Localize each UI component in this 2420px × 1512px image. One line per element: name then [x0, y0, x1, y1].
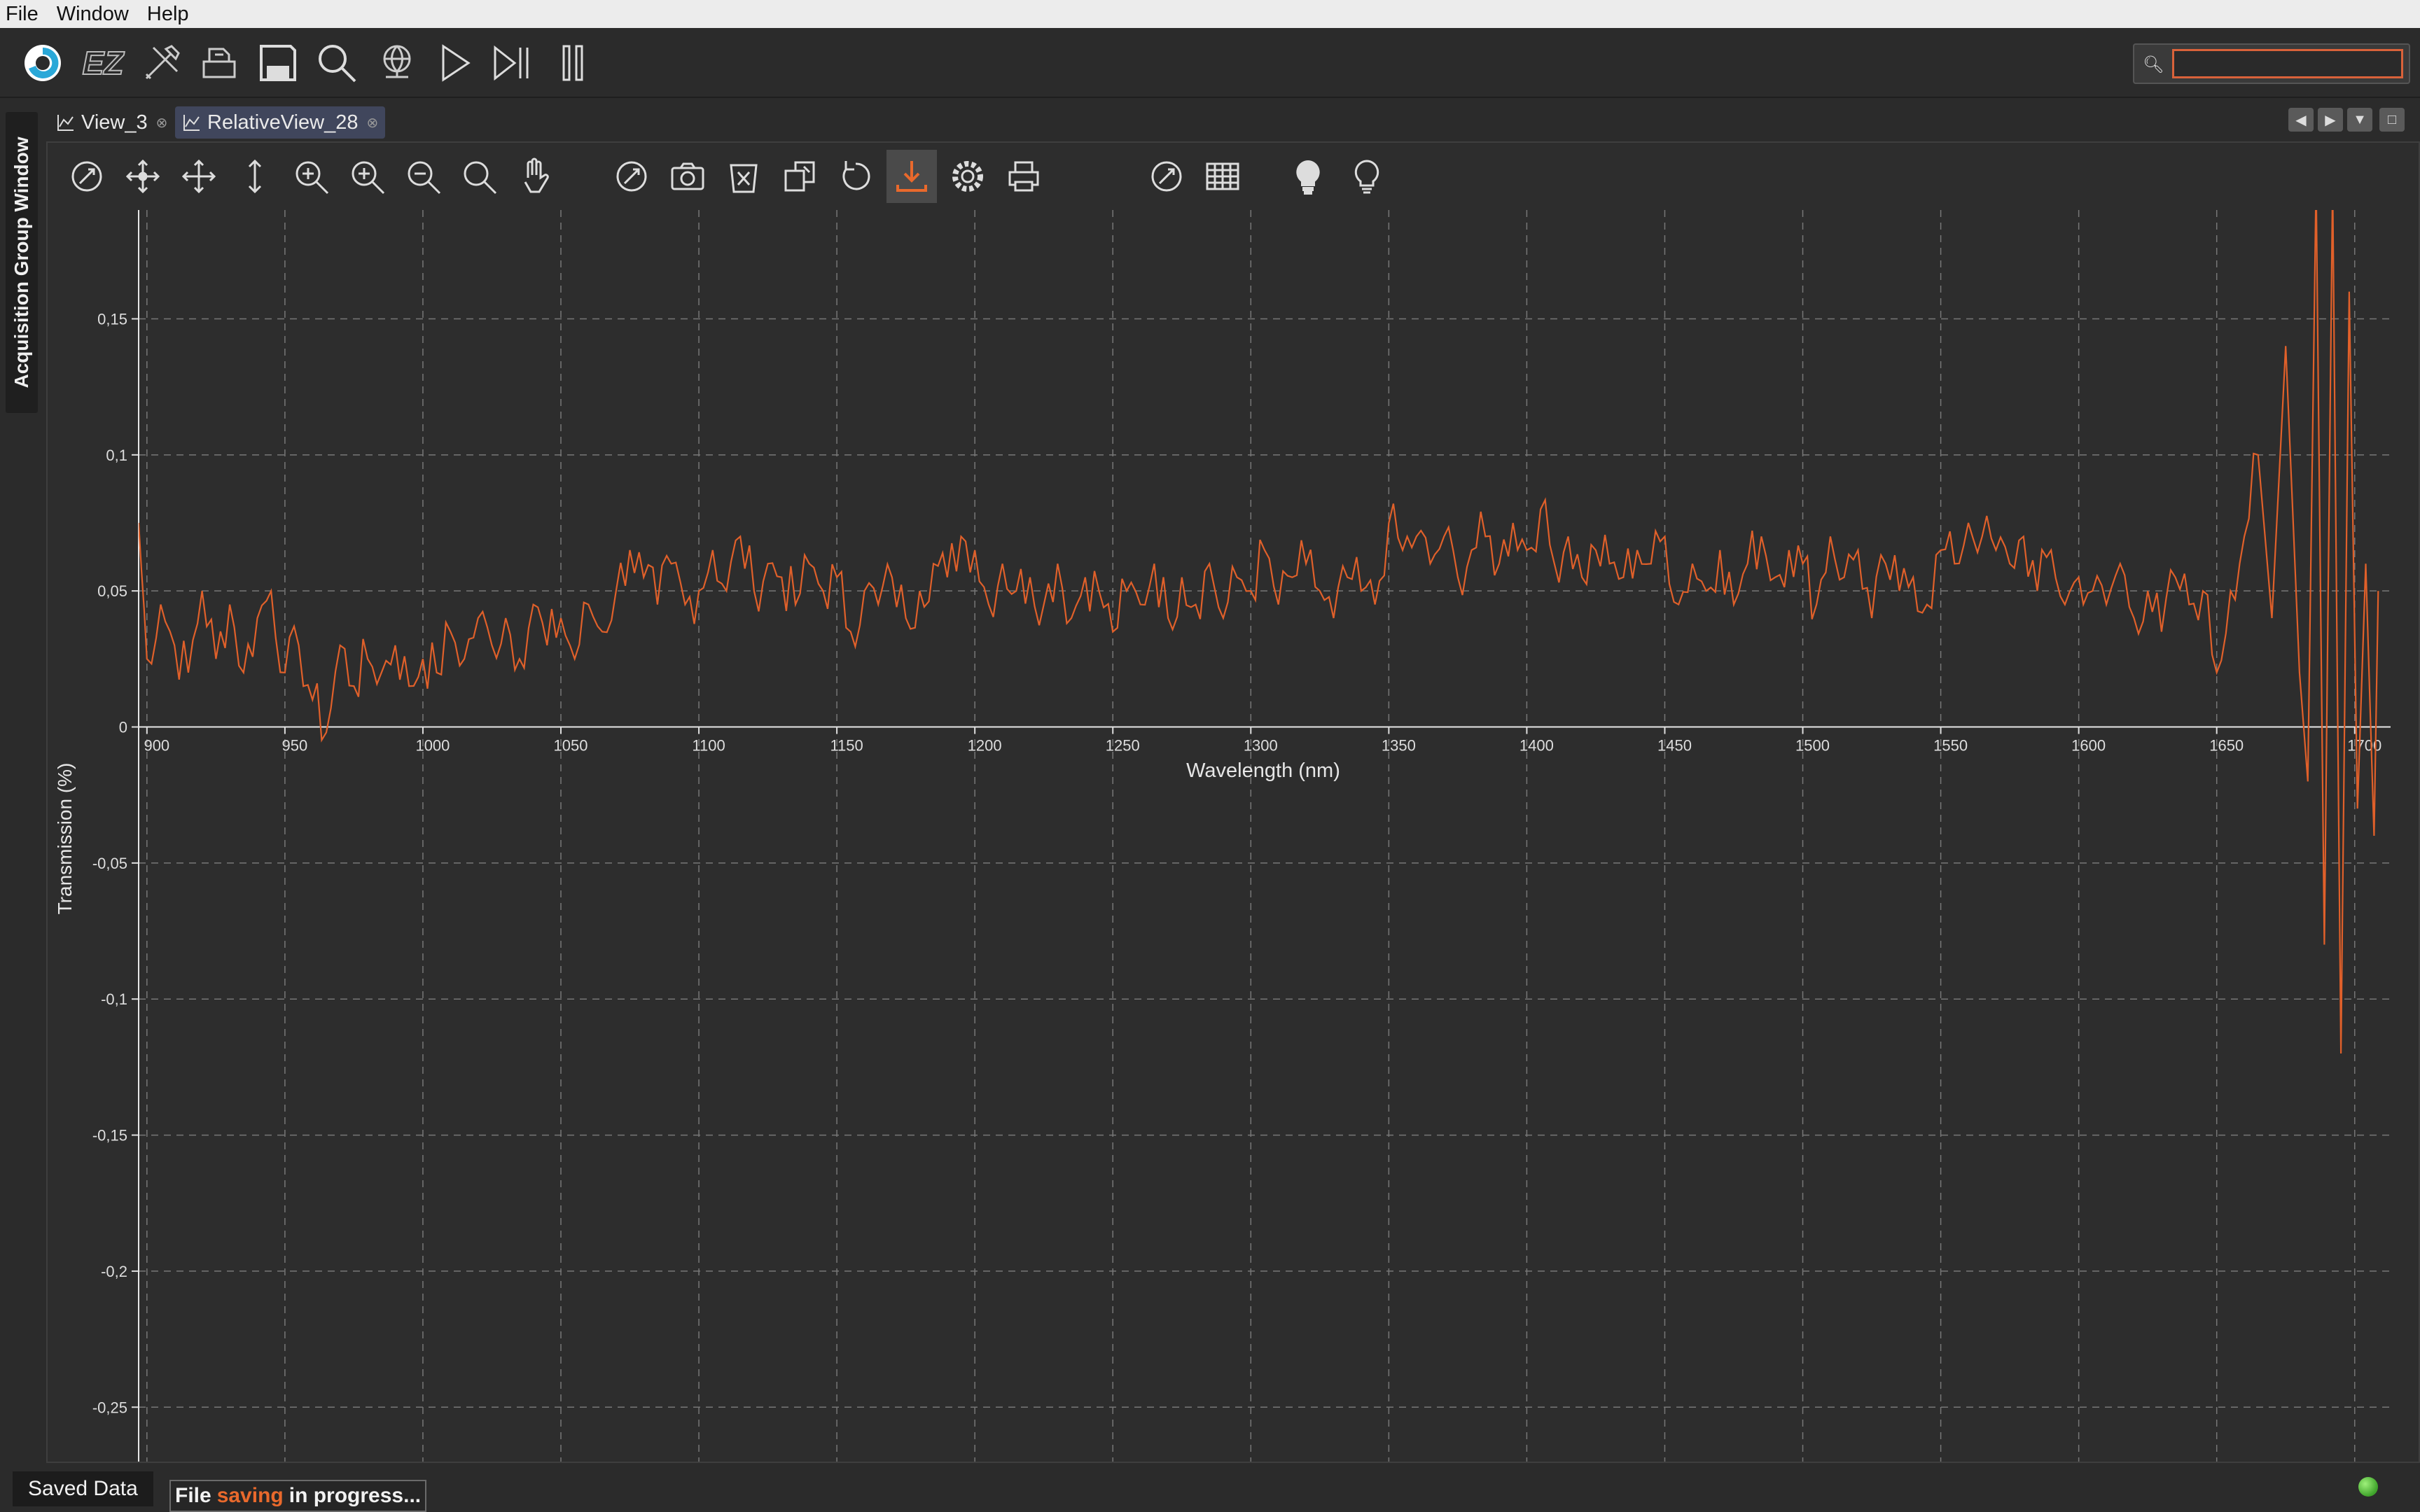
x-tick-label: 1000 [415, 737, 450, 755]
x-tick-label: 950 [282, 737, 308, 755]
x-tick-label: 1550 [1933, 737, 1968, 755]
y-tick-label: 0,1 [106, 447, 127, 464]
x-tick-label: 1300 [1244, 737, 1278, 755]
y-tick-label: -0,15 [92, 1127, 127, 1144]
chart-axes [132, 210, 2391, 1462]
x-tick-label: 1700 [2347, 737, 2381, 755]
saved-data-label: Saved Data [28, 1477, 138, 1500]
status-msg-suffix: in progress... [288, 1484, 422, 1507]
status-indicator-icon [2358, 1477, 2378, 1497]
y-tick-label: -0,05 [92, 855, 127, 872]
x-tick-label: 1450 [1657, 737, 1692, 755]
transmission-chart[interactable]: 900 950 1000 1050 1100 1150 1200 1250 1300 1350 14… [0, 0, 2420, 1512]
x-tick-label: 1500 [1795, 737, 1830, 755]
y-tick-label: 0,05 [97, 582, 127, 600]
y-tick-label: -0,1 [101, 990, 127, 1008]
y-tick-label: -0,25 [92, 1399, 127, 1416]
status-msg-highlight: saving [216, 1484, 284, 1507]
y-tick-label: 0,15 [97, 310, 127, 328]
x-tick-label: 1100 [692, 737, 725, 755]
status-msg-prefix: File [175, 1484, 211, 1507]
transmission-series-line [139, 210, 2379, 1054]
y-tick-label: 0 [119, 719, 127, 736]
x-tick-label: 900 [144, 737, 169, 755]
y-tick-label: -0,2 [101, 1263, 127, 1280]
x-tick-label: 1650 [2209, 737, 2244, 755]
chart-series [139, 210, 2379, 1054]
saved-data-tab[interactable]: Saved Data [13, 1471, 153, 1506]
x-tick-label: 1200 [968, 737, 1002, 755]
x-tick-label: 1400 [1520, 737, 1554, 755]
y-axis-label: Transmission (%) [54, 763, 76, 915]
x-tick-label: 1250 [1106, 737, 1140, 755]
x-tick-label: 1600 [2071, 737, 2106, 755]
x-tick-label: 1150 [830, 737, 863, 755]
x-tick-label: 1350 [1382, 737, 1416, 755]
x-tick-label: 1050 [554, 737, 588, 755]
x-axis-label: Wavelength (nm) [1186, 760, 1340, 782]
chart-grid [139, 210, 2391, 1462]
status-message: File saving in progress... [169, 1480, 427, 1512]
